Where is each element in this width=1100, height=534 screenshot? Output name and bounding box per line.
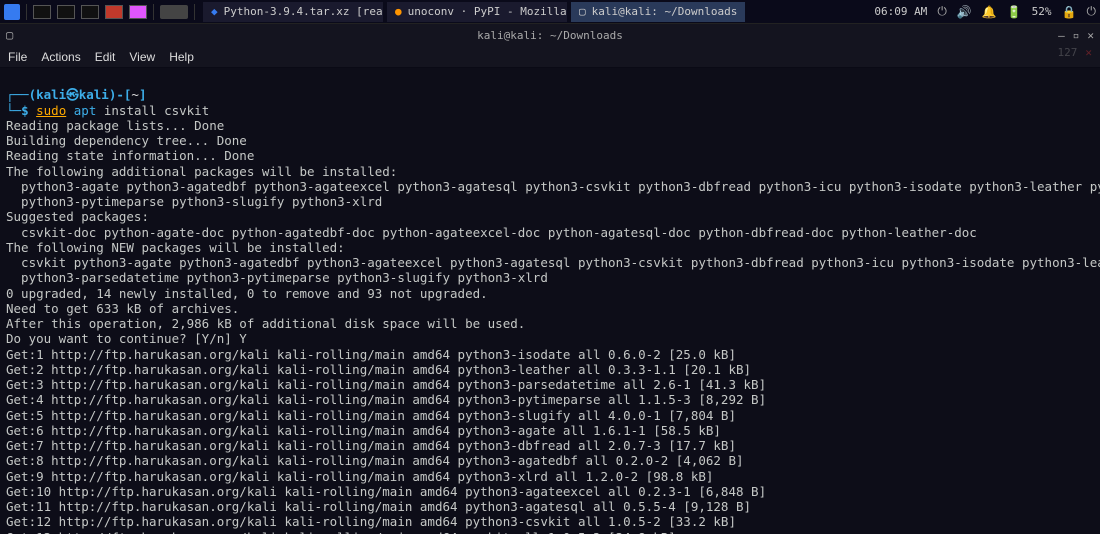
taskbar-separator (194, 4, 195, 20)
menu-help[interactable]: Help (169, 50, 194, 64)
minimize-button[interactable]: — (1058, 29, 1065, 42)
system-tray: 06:09 AM ⏻ 🔊 🔔 🔋 52% 🔒 ⏻ (874, 4, 1096, 19)
app-menubar: File Actions Edit View Help (0, 46, 1100, 68)
python-icon: ◆ (211, 5, 218, 18)
launcher-icon[interactable] (105, 5, 123, 19)
task-button-terminal[interactable]: ▢ kali@kali: ~/Downloads (571, 2, 745, 22)
volume-icon[interactable]: 🔊 (957, 5, 972, 19)
launcher-icon[interactable] (57, 5, 75, 19)
window-title: kali@kali: ~/Downloads (477, 29, 623, 42)
tab-count: 127 (1058, 46, 1078, 59)
taskbar-separator (26, 4, 27, 20)
menu-file[interactable]: File (8, 50, 27, 64)
taskbar-left: ◆ Python-3.9.4.tar.xz [rea... ● unoconv … (4, 2, 745, 22)
cmd-args: install csvkit (96, 103, 209, 118)
terminal-scrollback: Reading package lists... Done Building d… (6, 118, 1094, 534)
terminal-output[interactable]: ┌──(kali㉿kali)-[~] └─$ sudo apt install … (0, 68, 1100, 534)
prompt-line: └─$ sudo apt install csvkit (6, 103, 209, 118)
battery-percent: 52% (1032, 5, 1052, 18)
close-tab-icon: ✕ (1085, 46, 1092, 59)
close-button[interactable]: ✕ (1087, 29, 1094, 42)
window-controls: — ▫ ✕ (1058, 29, 1094, 42)
launcher-icon[interactable] (129, 5, 147, 19)
launcher-icons (33, 5, 147, 19)
task-button-firefox[interactable]: ● unoconv · PyPI - Mozilla ... (387, 2, 567, 22)
task-button-label: Python-3.9.4.tar.xz [rea... (224, 5, 383, 18)
tray-icon[interactable]: ⏻ (937, 4, 947, 19)
clock[interactable]: 06:09 AM (874, 5, 927, 18)
task-button-python[interactable]: ◆ Python-3.9.4.tar.xz [rea... (203, 2, 383, 22)
cmd-sudo: sudo (36, 103, 66, 118)
maximize-button[interactable]: ▫ (1073, 29, 1080, 42)
menu-edit[interactable]: Edit (95, 50, 116, 64)
background-browser-tabcount: 127 ✕ (1058, 46, 1093, 59)
task-button-label: unoconv · PyPI - Mozilla ... (408, 5, 567, 18)
lock-icon[interactable]: 🔒 (1062, 5, 1077, 19)
terminal-icon: ▢ (579, 5, 586, 18)
window-icon: ▢ (6, 28, 13, 42)
system-taskbar: ◆ Python-3.9.4.tar.xz [rea... ● unoconv … (0, 0, 1100, 24)
menu-view[interactable]: View (129, 50, 155, 64)
power-icon[interactable]: ⏻ (1087, 4, 1097, 19)
kali-logo-icon[interactable] (4, 4, 20, 20)
notification-icon[interactable]: 🔔 (982, 5, 997, 19)
prompt-line: ┌──(kali㉿kali)-[~] (6, 87, 146, 102)
firefox-icon: ● (395, 5, 402, 18)
window-titlebar[interactable]: ▢ kali@kali: ~/Downloads — ▫ ✕ (0, 24, 1100, 46)
battery-icon[interactable]: 🔋 (1007, 5, 1022, 19)
launcher-icon[interactable] (81, 5, 99, 19)
cmd-apt: apt (74, 103, 97, 118)
menu-actions[interactable]: Actions (41, 50, 80, 64)
launcher-icon[interactable] (33, 5, 51, 19)
task-button-label: kali@kali: ~/Downloads (592, 5, 738, 18)
taskbar-separator (153, 4, 154, 20)
workspace-switcher[interactable] (160, 5, 188, 19)
